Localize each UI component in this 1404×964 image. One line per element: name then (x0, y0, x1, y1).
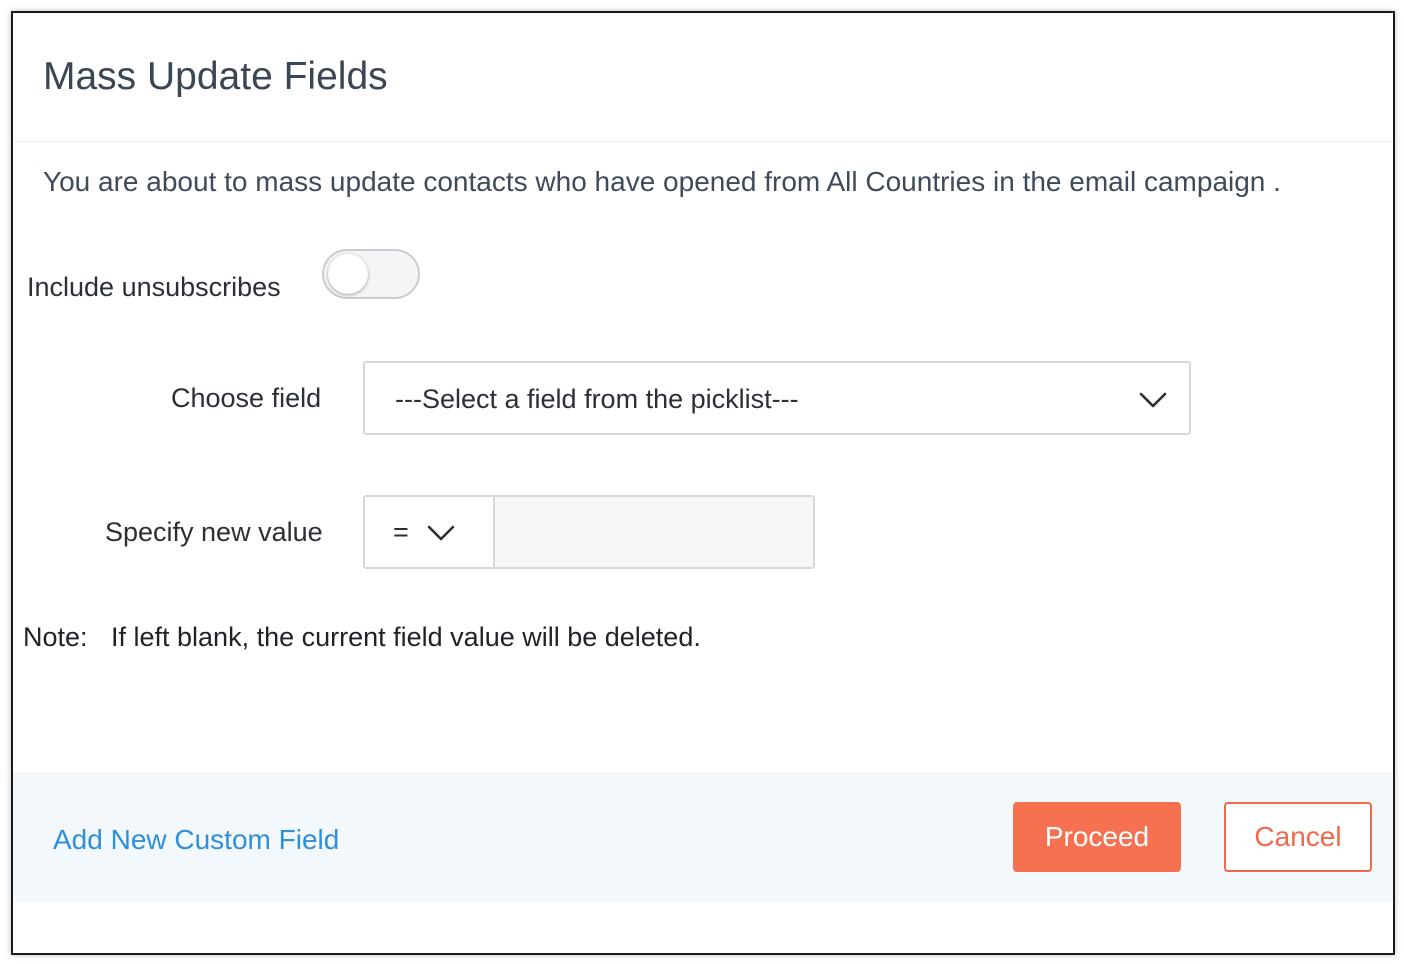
note-label: Note: (23, 622, 88, 652)
note-text: If left blank, the current field value w… (111, 622, 701, 652)
choose-field-select[interactable]: ---Select a field from the picklist--- (363, 361, 1191, 435)
cancel-button[interactable]: Cancel (1224, 802, 1372, 872)
choose-field-selected-value: ---Select a field from the picklist--- (395, 384, 799, 414)
mass-update-dialog: Mass Update Fields You are about to mass… (11, 11, 1395, 955)
intro-text: You are about to mass update contacts wh… (43, 166, 1281, 197)
dialog-title: Mass Update Fields (43, 55, 388, 98)
choose-field-label: Choose field (171, 383, 322, 413)
dialog-footer: Add New Custom Field Proceed Cancel (13, 772, 1393, 902)
proceed-button[interactable]: Proceed (1013, 802, 1181, 872)
specify-new-value-label: Specify new value (105, 517, 323, 547)
toggle-knob (328, 254, 368, 294)
note: Note: If left blank, the current field va… (23, 619, 701, 655)
new-value-input[interactable] (495, 497, 813, 567)
chevron-down-icon (1139, 392, 1167, 408)
operator-select[interactable]: = (365, 497, 495, 567)
new-value-group: = (363, 495, 815, 569)
add-new-custom-field-link[interactable]: Add New Custom Field (53, 822, 339, 858)
operator-value: = (393, 517, 409, 547)
chevron-down-icon (427, 525, 455, 541)
include-unsubscribes-toggle[interactable] (322, 249, 420, 299)
dialog-header: Mass Update Fields (13, 13, 1393, 142)
include-unsubscribes-label: Include unsubscribes (27, 272, 281, 302)
